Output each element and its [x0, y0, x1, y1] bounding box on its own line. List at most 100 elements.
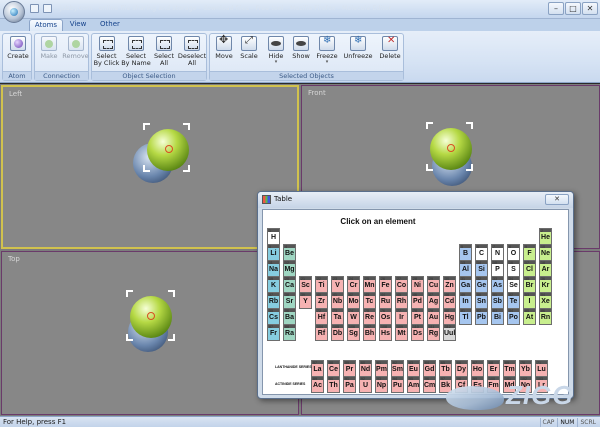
element-s[interactable]: S 16 [507, 260, 520, 277]
tab-other[interactable]: Other [96, 19, 124, 31]
element-eu[interactable]: Eu 63 [407, 360, 420, 377]
element-p[interactable]: P 15 [491, 260, 504, 277]
element-be[interactable]: Be 4 [283, 244, 296, 261]
element-w[interactable]: W 74 [347, 308, 360, 325]
element-in[interactable]: In 49 [459, 292, 472, 309]
unfreeze-button[interactable]: Unfreeze [342, 36, 374, 60]
element-f[interactable]: F9 [523, 244, 536, 261]
element-sc[interactable]: Sc 21 [299, 276, 312, 293]
element-ce[interactable]: Ce 58 [327, 360, 340, 377]
element-cm[interactable]: Cm 96 [423, 376, 436, 393]
element-sb[interactable]: Sb 51 [491, 292, 504, 309]
minimize-button[interactable]: – [548, 2, 564, 15]
element-se[interactable]: Se 34 [507, 276, 520, 293]
element-fr[interactable]: Fr 87 [267, 324, 280, 341]
dialog-close-button[interactable]: ✕ [545, 194, 569, 205]
viewport-left[interactable]: Left [1, 85, 299, 249]
element-tl[interactable]: Tl 81 [459, 308, 472, 325]
element-os[interactable]: Os 76 [379, 308, 392, 325]
move-button[interactable]: Move [212, 36, 236, 60]
element-ar[interactable]: Ar 18 [539, 260, 552, 277]
qat-open-icon[interactable] [43, 4, 52, 13]
element-ac[interactable]: Ac 89 [311, 376, 324, 393]
remove-connection-button[interactable]: Remove [62, 36, 89, 60]
element-rn[interactable]: Rn 86 [539, 308, 552, 325]
element-am[interactable]: Am 95 [407, 376, 420, 393]
element-ne[interactable]: Ne 10 [539, 244, 552, 261]
element-fe[interactable]: Fe 26 [379, 276, 392, 293]
element-th[interactable]: Th 90 [327, 376, 340, 393]
element-ru[interactable]: Ru 44 [379, 292, 392, 309]
molecule[interactable] [131, 123, 191, 183]
element-hf[interactable]: Hf 72 [315, 308, 328, 325]
element-ni[interactable]: Ni 28 [411, 276, 424, 293]
element-pu[interactable]: Pu 94 [391, 376, 404, 393]
element-rb[interactable]: Rb 37 [267, 292, 280, 309]
hide-dropdown-arrow-icon[interactable]: ▾ [265, 60, 287, 65]
element-co[interactable]: Co 27 [395, 276, 408, 293]
element-pb[interactable]: Pb 82 [475, 308, 488, 325]
element-o[interactable]: O8 [507, 244, 520, 261]
element-sr[interactable]: Sr 38 [283, 292, 296, 309]
element-pm[interactable]: Pm 61 [375, 360, 388, 377]
element-ba[interactable]: Ba 56 [283, 308, 296, 325]
element-k[interactable]: K 19 [267, 276, 280, 293]
element-b[interactable]: B5 [459, 244, 472, 261]
element-ds[interactable]: Ds 110 [411, 324, 424, 341]
element-hs[interactable]: Hs 108 [379, 324, 392, 341]
select-by-click-button[interactable]: Select By Click [93, 36, 120, 67]
element-te[interactable]: Te 52 [507, 292, 520, 309]
element-uub[interactable]: Uub112 [443, 324, 456, 341]
element-pd[interactable]: Pd 46 [411, 292, 424, 309]
element-cs[interactable]: Cs 55 [267, 308, 280, 325]
element-bi[interactable]: Bi 83 [491, 308, 504, 325]
element-n[interactable]: N7 [491, 244, 504, 261]
element-ir[interactable]: Ir 77 [395, 308, 408, 325]
element-mg[interactable]: Mg 12 [283, 260, 296, 277]
element-mt[interactable]: Mt 109 [395, 324, 408, 341]
molecule[interactable] [122, 290, 182, 352]
element-li[interactable]: Li 3 [267, 244, 280, 261]
element-ta[interactable]: Ta 73 [331, 308, 344, 325]
create-atom-button[interactable]: Create [4, 36, 32, 60]
dialog-title-bar[interactable]: Table ✕ [258, 192, 573, 208]
molecule[interactable] [420, 122, 480, 186]
element-pa[interactable]: Pa 91 [343, 376, 356, 393]
element-sg[interactable]: Sg 106 [347, 324, 360, 341]
element-ca[interactable]: Ca 20 [283, 276, 296, 293]
hide-button[interactable]: Hide ▾ [265, 36, 287, 65]
element-bh[interactable]: Bh 107 [363, 324, 376, 341]
element-sn[interactable]: Sn 50 [475, 292, 488, 309]
element-au[interactable]: Au 79 [427, 308, 440, 325]
deselect-all-button[interactable]: Deselect All [177, 36, 207, 67]
maximize-button[interactable]: □ [565, 2, 581, 15]
element-h[interactable]: H1 [267, 228, 280, 245]
element-re[interactable]: Re 75 [363, 308, 376, 325]
element-pr[interactable]: Pr 59 [343, 360, 356, 377]
element-ga[interactable]: Ga 31 [459, 276, 472, 293]
element-al[interactable]: Al 13 [459, 260, 472, 277]
element-kr[interactable]: Kr 36 [539, 276, 552, 293]
element-cl[interactable]: Cl 17 [523, 260, 536, 277]
element-at[interactable]: At 85 [523, 308, 536, 325]
element-y[interactable]: Y 39 [299, 292, 312, 309]
element-tm[interactable]: Tm 69 [503, 360, 516, 377]
element-rf[interactable]: Rf 104 [315, 324, 328, 341]
element-mo[interactable]: Mo 42 [347, 292, 360, 309]
close-window-button[interactable]: ✕ [582, 2, 598, 15]
element-cd[interactable]: Cd 48 [443, 292, 456, 309]
element-rh[interactable]: Rh 45 [395, 292, 408, 309]
viewport-top[interactable]: Top [1, 251, 299, 415]
element-sm[interactable]: Sm 62 [391, 360, 404, 377]
element-pt[interactable]: Pt 78 [411, 308, 424, 325]
element-ge[interactable]: Ge 32 [475, 276, 488, 293]
element-ag[interactable]: Ag 47 [427, 292, 440, 309]
element-ra[interactable]: Ra 88 [283, 324, 296, 341]
element-tc[interactable]: Tc 43 [363, 292, 376, 309]
freeze-button[interactable]: Freeze ▾ [315, 36, 339, 65]
element-lu[interactable]: Lu 71 [535, 360, 548, 377]
delete-button[interactable]: Delete [377, 36, 403, 60]
element-v[interactable]: V 23 [331, 276, 344, 293]
element-ho[interactable]: Ho 67 [471, 360, 484, 377]
element-i[interactable]: I 53 [523, 292, 536, 309]
